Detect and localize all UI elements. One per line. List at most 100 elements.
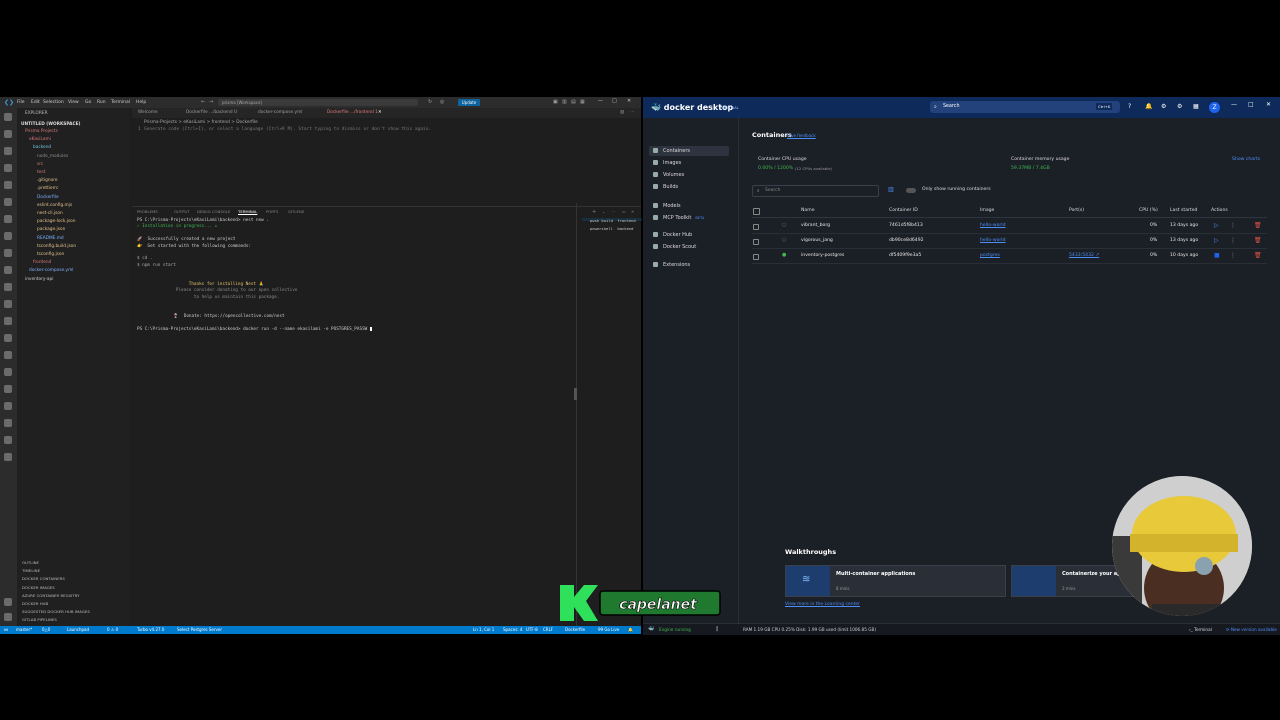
nav-docker-scout[interactable]: Docker Scout xyxy=(653,244,696,250)
tab-welcome[interactable]: Welcome xyxy=(138,110,158,115)
breadcrumb[interactable]: Prisma-Projects > eKasiLami > frontend >… xyxy=(144,120,258,125)
table-row[interactable]: ○ vibrant_borg 7461d5f8b413 hello-world 0% 13… xyxy=(752,220,1267,234)
maximize-panel-icon[interactable]: ▭ xyxy=(622,209,626,214)
walkthrough-card-multi-container[interactable]: ≋ Multi-container applications 8 mins xyxy=(785,565,1006,597)
column-header[interactable]: Actions xyxy=(1211,208,1228,213)
tree-item[interactable]: Dockerfile xyxy=(37,195,59,200)
sidebar-section[interactable]: TIMELINE xyxy=(22,568,40,573)
terminal-list-item[interactable]: pwsh build frontend xyxy=(590,218,636,223)
delete-icon[interactable]: 🗑 xyxy=(1254,222,1262,229)
delete-icon[interactable]: 🗑 xyxy=(1254,252,1262,259)
live-share-icon[interactable] xyxy=(4,351,12,359)
nav-images[interactable]: Images xyxy=(653,160,681,166)
play-icon[interactable]: ▷ xyxy=(1214,222,1219,229)
close-icon[interactable]: ✕ xyxy=(1266,101,1271,108)
play-icon[interactable]: ▷ xyxy=(1214,237,1219,244)
settings-gear-icon[interactable]: ⚙ xyxy=(1177,103,1182,110)
refresh-icon[interactable]: ↻ xyxy=(428,99,432,105)
status-launchpad[interactable]: Launchpad xyxy=(67,627,89,632)
column-header[interactable]: Last started xyxy=(1170,208,1197,213)
tab-docker-compose[interactable]: docker-compose.yml xyxy=(258,110,302,115)
column-header[interactable]: Name xyxy=(801,208,815,213)
more-actions-icon[interactable]: ⋯ xyxy=(630,110,634,115)
graphql-icon[interactable] xyxy=(4,436,12,444)
nav-extensions[interactable]: Extensions xyxy=(653,262,690,268)
table-row[interactable]: ● inventory-postgres df5409f9e3a5 postgres 5… xyxy=(752,250,1267,264)
account-icon[interactable] xyxy=(4,598,12,606)
nav-forward-icon[interactable]: → xyxy=(209,99,213,105)
terminal-list-item[interactable]: powershell backend xyxy=(590,226,633,231)
container-image[interactable]: hello-world xyxy=(980,238,1006,243)
container-search-input[interactable]: ⌕ Search xyxy=(752,185,879,197)
status-golive[interactable]: 99 Go Live xyxy=(598,627,619,632)
minimize-icon[interactable]: — xyxy=(1231,101,1237,108)
menu-view[interactable]: View xyxy=(68,100,79,105)
column-header[interactable]: Port(s) xyxy=(1069,208,1084,213)
run-debug-icon[interactable] xyxy=(4,164,12,172)
sidebar-section[interactable]: SUGGESTED DOCKER HUB IMAGES xyxy=(22,609,90,614)
container-name[interactable]: inventory-postgres xyxy=(801,253,844,258)
update-button[interactable]: Update xyxy=(458,99,480,106)
menu-edit[interactable]: Edit xyxy=(31,100,40,105)
panel-tab-terminal[interactable]: TERMINAL xyxy=(238,209,257,214)
terminal-output[interactable]: PS C:\Prisma-Projects\eKasiLami\backend>… xyxy=(137,218,575,618)
testing-icon[interactable] xyxy=(4,215,12,223)
tree-item[interactable]: README.md xyxy=(37,236,64,241)
database-icon[interactable] xyxy=(4,266,12,274)
kubernetes-icon[interactable] xyxy=(4,334,12,342)
terminal-dropdown-icon[interactable]: ⌄ xyxy=(602,209,605,214)
sidebar-section[interactable]: AZURE CONTAINER REGISTRY xyxy=(22,593,79,598)
row-checkbox[interactable] xyxy=(753,239,759,245)
tab-dockerfile-backend[interactable]: Dockerfile .../backend U xyxy=(186,110,237,115)
status-turbo[interactable]: Turbo v4.27.0 xyxy=(137,627,164,632)
docker-icon[interactable] xyxy=(4,232,12,240)
avatar[interactable]: Z xyxy=(1209,102,1220,113)
remote-indicator-icon[interactable]: ⋈ xyxy=(4,627,8,632)
search-icon[interactable] xyxy=(4,130,12,138)
copilot-icon[interactable]: ◎ xyxy=(440,99,444,105)
notifications-icon[interactable]: 🔔 xyxy=(1145,103,1152,110)
tree-item[interactable]: backend xyxy=(33,145,51,150)
pause-icon[interactable]: ‖ xyxy=(716,626,719,632)
sidebar-section[interactable]: DOCKER IMAGES xyxy=(22,585,55,590)
terminal-more-icon[interactable]: ⋯ xyxy=(612,209,616,214)
deploy-icon[interactable] xyxy=(4,419,12,427)
more-options-icon[interactable]: ⋮ xyxy=(1230,252,1236,259)
panel-tab-debug-console[interactable]: DEBUG CONSOLE xyxy=(197,209,230,214)
columns-icon[interactable]: ▥ xyxy=(888,186,894,193)
manage-gear-icon[interactable] xyxy=(4,613,12,621)
menu-help[interactable]: Help xyxy=(136,100,146,105)
status-problems[interactable]: 0 ⚠ 0 xyxy=(107,627,118,632)
tree-item[interactable]: nest-cli.json xyxy=(37,211,63,216)
nav-builds[interactable]: Builds xyxy=(653,184,678,190)
tree-item[interactable]: test xyxy=(37,170,45,175)
new-terminal-icon[interactable]: + xyxy=(592,209,596,215)
menu-terminal[interactable]: Terminal xyxy=(111,100,130,105)
tree-item[interactable]: inventory-api xyxy=(25,277,53,282)
containers-icon[interactable] xyxy=(4,283,12,291)
panel-tab-ports[interactable]: PORTS xyxy=(266,209,278,214)
nav-containers[interactable]: Containers xyxy=(653,148,690,154)
status-indent[interactable]: Spaces: 4 xyxy=(503,627,522,632)
menu-file[interactable]: File xyxy=(17,100,25,105)
status-branch[interactable]: master* xyxy=(16,627,32,632)
tree-item[interactable]: eslint.config.mjs xyxy=(37,203,72,208)
global-search[interactable]: ⌕ Search Ctrl+K xyxy=(930,101,1120,113)
tree-item[interactable]: node_modules xyxy=(37,154,68,159)
sidebar-section[interactable]: GITLAB PIPELINES xyxy=(22,617,57,622)
container-image[interactable]: hello-world xyxy=(980,223,1006,228)
tree-item[interactable]: src xyxy=(37,162,43,167)
sidebar-section[interactable]: DOCKER CONTAINERS xyxy=(22,576,65,581)
customize-layout-icon[interactable]: ▦ xyxy=(580,99,585,105)
tree-item[interactable]: .prettierrc xyxy=(37,186,58,191)
status-postgres[interactable]: Select Postgres Server xyxy=(177,627,222,632)
terminal-button[interactable]: ›_ Terminal xyxy=(1189,627,1212,632)
copilot-chat-icon[interactable] xyxy=(4,368,12,376)
terminal-scrollbar[interactable] xyxy=(574,388,577,400)
github-icon[interactable] xyxy=(4,300,12,308)
tree-item[interactable]: eKasiLami xyxy=(29,137,51,142)
extensions-icon[interactable]: ⚙ xyxy=(1161,103,1166,110)
column-header[interactable]: Image xyxy=(980,208,994,213)
command-center[interactable]: prisma [Workspace] xyxy=(218,99,418,106)
tree-item[interactable]: package.json xyxy=(37,227,65,232)
